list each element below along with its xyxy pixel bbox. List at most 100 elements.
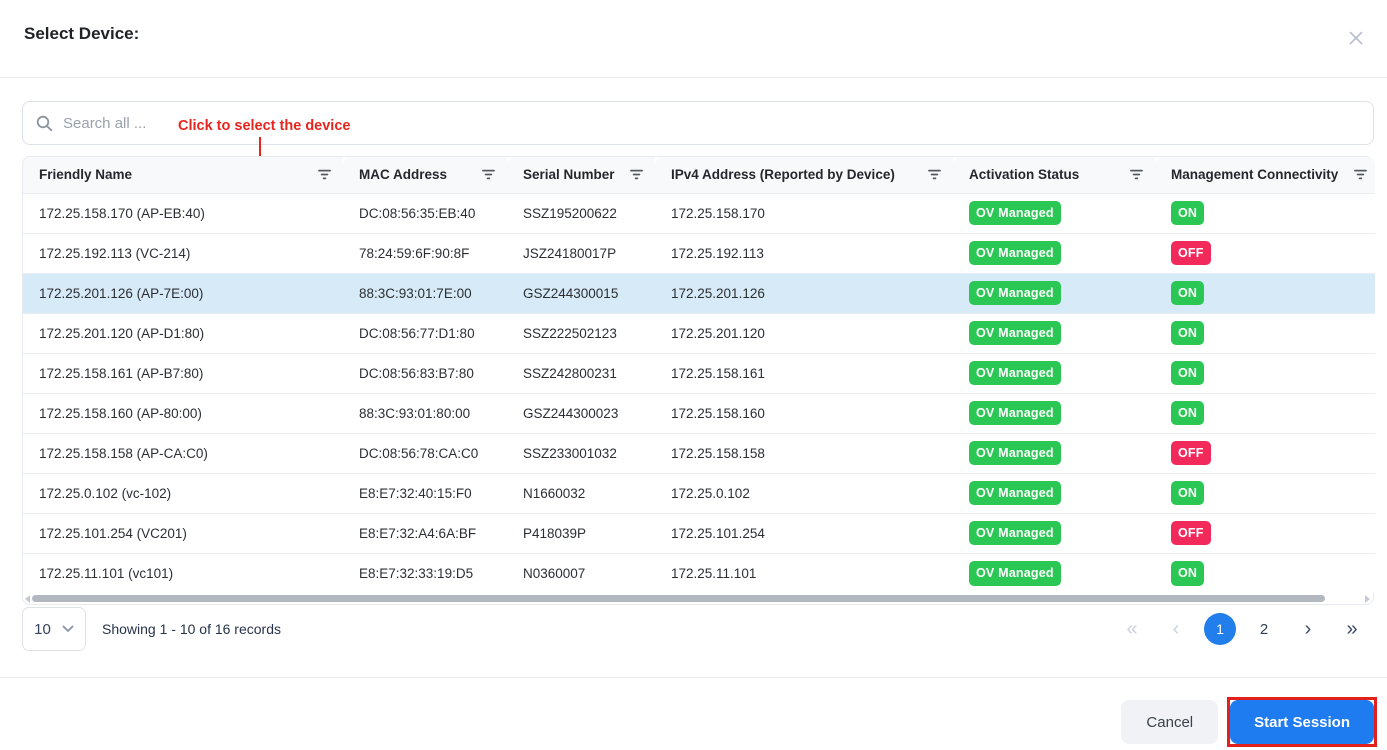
- filter-icon[interactable]: [1354, 169, 1367, 180]
- cell-friendly-name: 172.25.158.170 (AP-EB:40): [23, 193, 343, 233]
- table-row[interactable]: 172.25.158.161 (AP-B7:80) DC:08:56:83:B7…: [23, 353, 1375, 393]
- cell-management-connectivity: OFF: [1155, 513, 1375, 553]
- cell-friendly-name: 172.25.158.161 (AP-B7:80): [23, 353, 343, 393]
- table-row[interactable]: 172.25.158.160 (AP-80:00) 88:3C:93:01:80…: [23, 393, 1375, 433]
- column-label: MAC Address: [359, 167, 447, 182]
- cell-serial-number: JSZ24180017P: [507, 233, 655, 273]
- page-title: Select Device:: [24, 24, 139, 44]
- connectivity-badge: ON: [1171, 401, 1204, 426]
- table-row[interactable]: 172.25.201.120 (AP-D1:80) DC:08:56:77:D1…: [23, 313, 1375, 353]
- cell-management-connectivity: OFF: [1155, 433, 1375, 473]
- table-row[interactable]: 172.25.158.158 (AP-CA:C0) DC:08:56:78:CA…: [23, 433, 1375, 473]
- column-label: Activation Status: [969, 167, 1079, 182]
- horizontal-scrollbar[interactable]: [23, 593, 1373, 604]
- cell-serial-number: GSZ244300015: [507, 273, 655, 313]
- cell-serial-number: SSZ222502123: [507, 313, 655, 353]
- table-row[interactable]: 172.25.192.113 (VC-214) 78:24:59:6F:90:8…: [23, 233, 1375, 273]
- cell-mac-address: 88:3C:93:01:80:00: [343, 393, 507, 433]
- connectivity-badge: OFF: [1171, 441, 1211, 466]
- cell-serial-number: SSZ242800231: [507, 353, 655, 393]
- connectivity-badge: ON: [1171, 201, 1204, 226]
- cell-activation-status: OV Managed: [953, 313, 1155, 353]
- cell-mac-address: E8:E7:32:40:15:F0: [343, 473, 507, 513]
- cell-friendly-name: 172.25.201.120 (AP-D1:80): [23, 313, 343, 353]
- cell-activation-status: OV Managed: [953, 433, 1155, 473]
- table-row[interactable]: 172.25.201.126 (AP-7E:00) 88:3C:93:01:7E…: [23, 273, 1375, 313]
- scroll-left-icon[interactable]: [25, 595, 30, 603]
- cell-mac-address: DC:08:56:78:CA:C0: [343, 433, 507, 473]
- cell-mac-address: DC:08:56:83:B7:80: [343, 353, 507, 393]
- cell-activation-status: OV Managed: [953, 513, 1155, 553]
- close-button[interactable]: [1345, 28, 1367, 50]
- records-summary: Showing 1 - 10 of 16 records: [102, 621, 281, 637]
- cell-management-connectivity: OFF: [1155, 233, 1375, 273]
- activation-badge: OV Managed: [969, 361, 1061, 386]
- activation-badge: OV Managed: [969, 401, 1061, 426]
- cell-ipv4-address: 172.25.201.120: [655, 313, 953, 353]
- cell-ipv4-address: 172.25.158.160: [655, 393, 953, 433]
- column-header[interactable]: IPv4 Address (Reported by Device): [655, 157, 953, 193]
- cell-activation-status: OV Managed: [953, 473, 1155, 513]
- table-row[interactable]: 172.25.101.254 (VC201) E8:E7:32:A4:6A:BF…: [23, 513, 1375, 553]
- cell-ipv4-address: 172.25.0.102: [655, 473, 953, 513]
- select-device-modal: Select Device: Click to select the devic…: [0, 0, 1387, 750]
- table-row[interactable]: 172.25.158.170 (AP-EB:40) DC:08:56:35:EB…: [23, 193, 1375, 233]
- pager: « ‹ 1 2 › »: [1110, 613, 1374, 645]
- activation-badge: OV Managed: [969, 201, 1061, 226]
- cancel-button[interactable]: Cancel: [1121, 700, 1218, 744]
- filter-icon[interactable]: [318, 169, 331, 180]
- table-row[interactable]: 172.25.11.101 (vc101) E8:E7:32:33:19:D5 …: [23, 553, 1375, 593]
- column-label: IPv4 Address (Reported by Device): [671, 167, 895, 182]
- footer-buttons: Cancel Start Session: [1121, 697, 1377, 747]
- filter-icon[interactable]: [928, 169, 941, 180]
- filter-icon[interactable]: [1130, 169, 1143, 180]
- connectivity-badge: ON: [1171, 321, 1204, 346]
- cell-friendly-name: 172.25.201.126 (AP-7E:00): [23, 273, 343, 313]
- cell-activation-status: OV Managed: [953, 193, 1155, 233]
- cell-management-connectivity: ON: [1155, 193, 1375, 233]
- device-table-header: Friendly Name MAC Address: [23, 157, 1375, 193]
- cell-management-connectivity: ON: [1155, 393, 1375, 433]
- connectivity-badge: OFF: [1171, 521, 1211, 546]
- cell-friendly-name: 172.25.158.160 (AP-80:00): [23, 393, 343, 433]
- start-session-highlight: Start Session: [1227, 697, 1377, 747]
- device-table-body: 172.25.158.170 (AP-EB:40) DC:08:56:35:EB…: [23, 193, 1375, 593]
- page-size-select[interactable]: 10: [22, 607, 86, 651]
- filter-icon[interactable]: [630, 169, 643, 180]
- connectivity-badge: ON: [1171, 361, 1204, 386]
- column-header[interactable]: MAC Address: [343, 157, 507, 193]
- column-header[interactable]: Management Connectivity: [1155, 157, 1375, 193]
- cell-management-connectivity: ON: [1155, 353, 1375, 393]
- start-session-button[interactable]: Start Session: [1230, 700, 1374, 744]
- column-header[interactable]: Friendly Name: [23, 157, 343, 193]
- cell-ipv4-address: 172.25.201.126: [655, 273, 953, 313]
- cell-ipv4-address: 172.25.158.161: [655, 353, 953, 393]
- cell-friendly-name: 172.25.11.101 (vc101): [23, 553, 343, 593]
- page-size-value: 10: [34, 621, 51, 638]
- cell-ipv4-address: 172.25.11.101: [655, 553, 953, 593]
- column-header[interactable]: Serial Number: [507, 157, 655, 193]
- cell-serial-number: N0360007: [507, 553, 655, 593]
- page-button-1[interactable]: 1: [1204, 613, 1236, 645]
- cell-management-connectivity: ON: [1155, 313, 1375, 353]
- scroll-right-icon[interactable]: [1365, 595, 1370, 603]
- activation-badge: OV Managed: [969, 281, 1061, 306]
- table-row[interactable]: 172.25.0.102 (vc-102) E8:E7:32:40:15:F0 …: [23, 473, 1375, 513]
- scrollbar-thumb[interactable]: [32, 595, 1325, 602]
- cell-mac-address: 78:24:59:6F:90:8F: [343, 233, 507, 273]
- first-page-button[interactable]: «: [1110, 619, 1154, 639]
- search-icon: [36, 115, 53, 132]
- page-button-2[interactable]: 2: [1242, 613, 1286, 645]
- cell-serial-number: SSZ233001032: [507, 433, 655, 473]
- cell-ipv4-address: 172.25.158.158: [655, 433, 953, 473]
- prev-page-button[interactable]: ‹: [1154, 619, 1198, 639]
- next-page-button[interactable]: ›: [1286, 619, 1330, 639]
- annotation-label: Click to select the device: [178, 118, 350, 134]
- last-page-button[interactable]: »: [1330, 619, 1374, 639]
- connectivity-badge: OFF: [1171, 241, 1211, 266]
- filter-icon[interactable]: [482, 169, 495, 180]
- activation-badge: OV Managed: [969, 441, 1061, 466]
- connectivity-badge: ON: [1171, 561, 1204, 586]
- column-header[interactable]: Activation Status: [953, 157, 1155, 193]
- column-label: Serial Number: [523, 167, 615, 182]
